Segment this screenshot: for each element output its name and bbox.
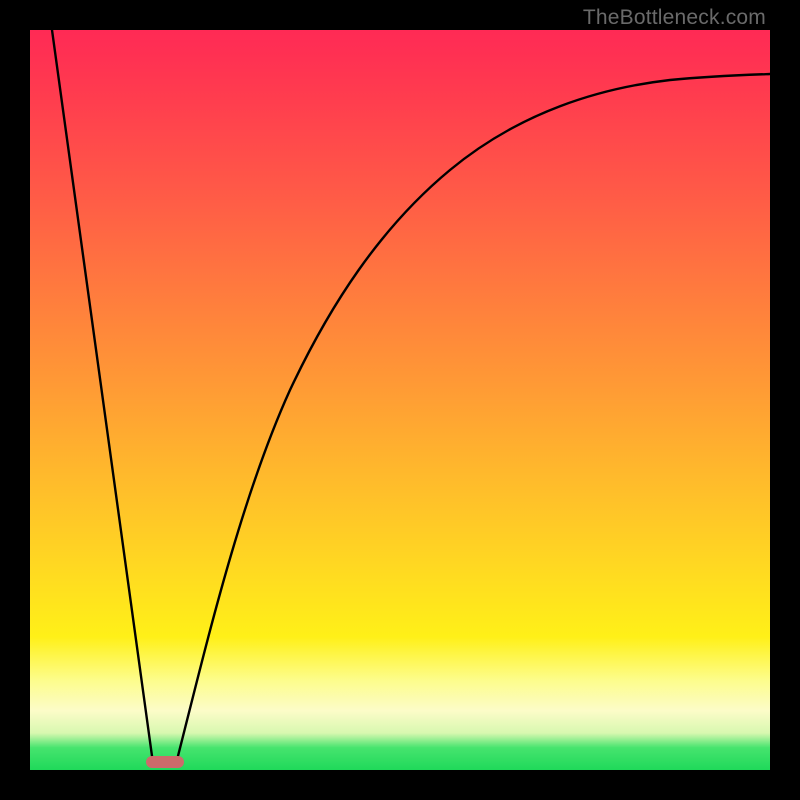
watermark-text: TheBottleneck.com [583, 6, 766, 30]
bottleneck-curve [30, 30, 770, 770]
minimum-marker [146, 756, 184, 768]
curve-path [52, 30, 770, 756]
chart-container: TheBottleneck.com [0, 0, 800, 800]
plot-area [30, 30, 770, 770]
